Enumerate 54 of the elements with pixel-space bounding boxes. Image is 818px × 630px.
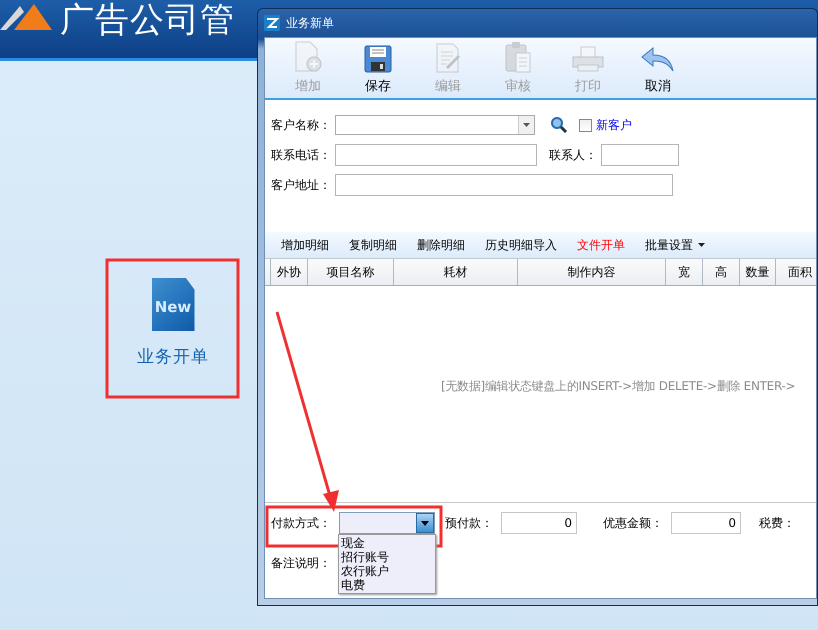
checkbox[interactable] (579, 118, 592, 132)
new-customer-link[interactable]: 新客户 (596, 116, 632, 134)
field-label: 备注说明： (271, 555, 332, 572)
field-label: 优惠金额： (603, 514, 663, 532)
column-header: 高 (703, 259, 740, 285)
field-label: 联系人： (549, 146, 597, 164)
field-label: 预付款： (445, 514, 493, 532)
dropdown-option[interactable]: 招行账号 (341, 550, 433, 564)
address-field[interactable] (335, 174, 673, 196)
app-title: 广告公司管 (60, 0, 235, 40)
app-icon (264, 15, 280, 31)
caret-icon (698, 243, 705, 247)
dropdown-option[interactable]: 现金 (341, 536, 433, 550)
dropdown-option[interactable]: 农行账户 (341, 564, 433, 578)
launcher-tile[interactable]: New 业务开单 (107, 260, 239, 398)
action-button[interactable]: 增加明细 (271, 236, 339, 254)
icon-text: New (154, 298, 192, 316)
column-header: 宽 (666, 259, 703, 285)
column-header: 面积 (787, 264, 813, 280)
search-icon[interactable] (551, 117, 567, 133)
clipboard-icon (504, 41, 532, 73)
printer-icon (571, 45, 605, 73)
dropdown-option[interactable]: 电费 (341, 578, 433, 592)
field-label: 联系电话： (271, 146, 331, 164)
discount-field[interactable]: 0 (671, 512, 741, 534)
column-header: 外协 (271, 259, 308, 285)
field-label: 客户地址： (271, 176, 331, 194)
column-header: 项目名称 (308, 259, 394, 285)
edit-document-icon (434, 43, 462, 73)
field-label: 税费： (759, 514, 795, 532)
field-label: 付款方式： (271, 514, 332, 532)
launcher-label: 业务开单 (137, 346, 209, 368)
toolbar-button[interactable]: 保存 (343, 38, 413, 98)
action-button[interactable]: 历史明细导入 (475, 236, 567, 254)
empty-message: [无数据]编辑状态键盘上的INSERT->增加 DELETE->删除 ENTER-> (441, 378, 796, 394)
add-document-icon (293, 41, 323, 73)
column-header: 数量 (740, 259, 776, 285)
action-button[interactable]: 删除明细 (407, 236, 475, 254)
column-header: 制作内容 (518, 259, 666, 285)
phone-field[interactable] (335, 144, 537, 166)
action-button[interactable]: 文件开单 (567, 236, 635, 254)
field-label: 客户名称： (271, 116, 331, 134)
contact-field[interactable] (601, 144, 679, 166)
payment-combo[interactable] (339, 512, 435, 534)
action-button[interactable]: 复制明细 (339, 236, 407, 254)
menu-button[interactable]: 批量设置 (635, 236, 715, 254)
customer-name-combo[interactable] (335, 115, 535, 135)
undo-arrow-icon (641, 47, 675, 73)
caret-icon (523, 123, 530, 127)
caret-icon (421, 520, 429, 526)
window-title: 业务新单 (286, 14, 334, 32)
prepaid-field[interactable]: 0 (501, 512, 577, 534)
column-header: 耗材 (394, 259, 518, 285)
toolbar-button[interactable]: 取消 (623, 38, 693, 98)
